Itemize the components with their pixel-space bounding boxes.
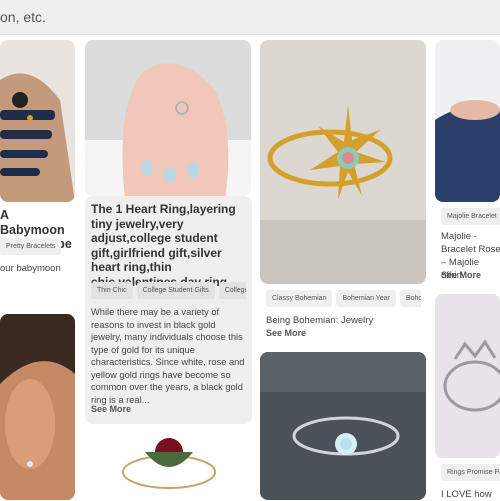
garnet-ring-pin-image[interactable] [85,432,251,500]
pin-description: I LOVE how [441,489,492,500]
heart-ring-photo [85,40,251,196]
starburst-ring-pin-image[interactable] [260,40,426,284]
pin-title[interactable]: The 1 Heart Ring,layering tiny jewelry,v… [91,202,246,289]
opal-ring-pin-image[interactable] [260,352,426,500]
search-bar[interactable]: on, etc. [0,0,500,35]
opal-ring-photo [260,352,426,500]
starburst-ring-photo [260,40,426,284]
crown-ring-pin-image[interactable] [435,294,500,458]
tag-rings-promise[interactable]: Rings Promise Pa [441,464,500,481]
see-more-link[interactable]: See More [441,270,481,280]
bracelet-pin-image[interactable] [0,40,75,202]
tag-majolie-bracelet[interactable]: Majolie Bracelet [441,208,500,225]
ear-photo [0,314,75,500]
sweater-bracelet-pin-image[interactable] [435,40,500,202]
tag-boho[interactable]: Boho [399,290,421,307]
tag-bohemian-year[interactable]: Bohemian Year [336,290,396,307]
pin-description: our babymoon [0,263,61,274]
pin-description: Being Bohemian: Jewelry [266,315,374,326]
tag-college-student-gifts[interactable]: College Student Gifts [136,282,215,299]
tag-thin-chic[interactable]: Thin Chic [91,282,133,299]
see-more-link[interactable]: See More [266,328,306,338]
tag-pretty-bracelets[interactable]: Pretty Bracelets [0,238,62,255]
bracelet-photo [0,40,75,202]
crown-ring-photo [435,294,500,458]
garnet-ring-photo [85,432,251,500]
ear-pin-image[interactable] [0,314,75,500]
pin-description: While there may be a variety of reasons … [91,307,245,405]
sweater-bracelet-photo [435,40,500,202]
heart-ring-pin-image[interactable] [85,40,251,196]
tag-classy-bohemian[interactable]: Classy Bohemian [266,290,333,307]
search-input[interactable]: on, etc. [0,9,46,25]
chevron-right-icon[interactable]: › [65,238,72,255]
tag-college[interactable]: College [218,282,246,299]
see-more-link[interactable]: See More [91,404,131,414]
